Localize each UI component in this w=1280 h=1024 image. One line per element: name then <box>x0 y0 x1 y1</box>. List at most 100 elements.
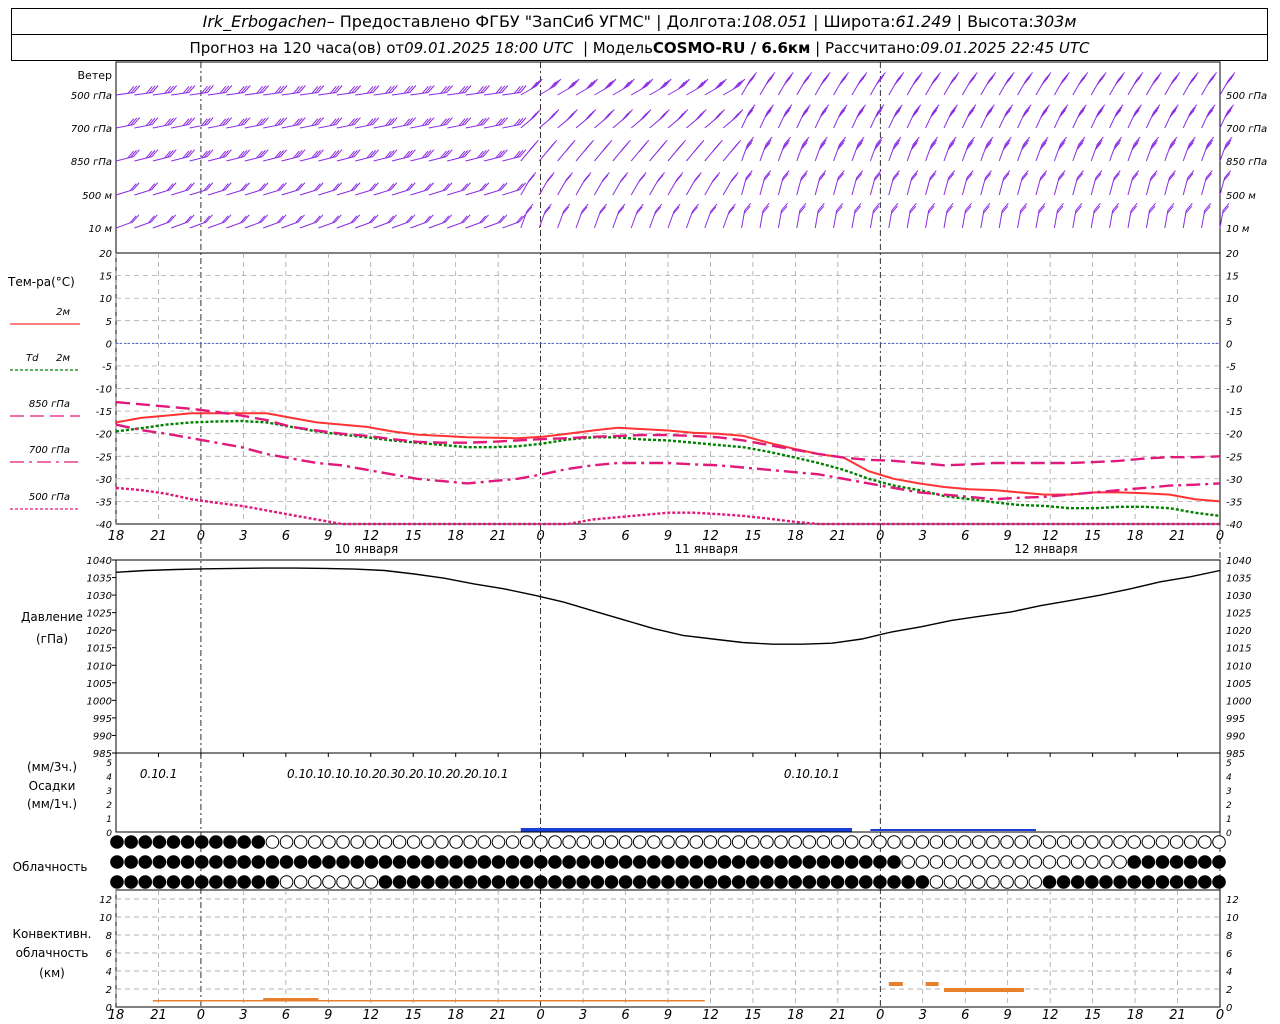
wind-barb-feather <box>1188 136 1196 145</box>
cloud-symbol <box>322 875 336 889</box>
cloud-symbol <box>435 855 449 869</box>
precip-label-2: Осадки <box>29 779 76 793</box>
wind-barb-feather <box>967 139 974 148</box>
wind-barb-feather <box>1079 74 1087 83</box>
cloud-symbol <box>986 875 1000 889</box>
wind-level-label: 700 гПа <box>71 124 112 135</box>
cloud-symbol <box>972 835 986 849</box>
wind-barb-feather <box>709 206 717 215</box>
cloud-symbol <box>378 855 393 869</box>
wind-barb-feather <box>1097 107 1104 115</box>
wind-barb-feather <box>584 172 592 180</box>
cloud-symbol <box>435 835 449 849</box>
cloud-symbol <box>534 855 548 869</box>
cloud-symbol <box>307 855 322 869</box>
cloud-symbol <box>590 835 605 849</box>
wind-barb-feather <box>625 80 633 88</box>
wind-barb-feather <box>987 74 995 83</box>
temp-tick-left: 20 <box>99 249 112 260</box>
cloud-symbol <box>463 875 478 889</box>
x-tick-label: 6 <box>621 1008 629 1023</box>
wind-barb-feather <box>785 74 793 83</box>
cloud-symbol <box>1000 855 1014 869</box>
wind-barb-feather <box>767 74 774 83</box>
wind-level-label: 10 м <box>89 224 113 235</box>
cloud-symbol <box>166 835 181 849</box>
conv-tick-left: 6 <box>106 949 112 960</box>
pressure-title: Давление <box>21 610 83 624</box>
wind-barb-feather <box>838 139 846 148</box>
wind-barb-feather <box>931 136 939 145</box>
wind-barb-feather <box>621 172 629 180</box>
wind-barb-feather <box>546 174 554 183</box>
wind-barb-feather <box>1132 139 1140 148</box>
cloud-symbol <box>279 855 294 869</box>
wind-level-label: 850 гПа <box>71 157 112 168</box>
cloud-symbol <box>576 855 591 869</box>
x-tick-label: 6 <box>282 529 290 544</box>
x-tick-label: 3 <box>239 529 247 544</box>
cloud-symbol <box>194 835 209 849</box>
cloud-symbol <box>293 875 308 889</box>
precip-tick-left: 1 <box>106 815 112 825</box>
precip-value: 0.1 <box>489 767 508 781</box>
wind-barb-feather <box>727 206 735 215</box>
x-tick-label: 9 <box>324 1008 332 1023</box>
cloud-symbol <box>703 875 718 889</box>
wind-barb-feather <box>643 80 651 88</box>
pressure-tick-left: 1000 <box>87 696 112 707</box>
pressure-tick-right: 1020 <box>1226 626 1251 637</box>
cloud-symbol <box>1085 875 1099 889</box>
x-tick-label: 21 <box>490 1008 507 1023</box>
cloud-symbol <box>915 855 930 869</box>
wind-level-label-right: 850 гПа <box>1226 157 1267 168</box>
precip-value: 0.2 <box>453 767 472 781</box>
cloud-symbol <box>265 855 280 869</box>
cloud-symbol <box>421 855 435 869</box>
wind-barb-feather <box>546 144 554 153</box>
wind-barb-feather <box>746 139 754 148</box>
precip-value: 0.1 <box>342 767 361 781</box>
precip-value: 0.1 <box>158 767 177 781</box>
temp-tick-left: -10 <box>96 385 112 396</box>
wind-barb-feather <box>1006 74 1014 83</box>
cloud-symbol <box>929 855 944 869</box>
cloud-symbol <box>1127 855 1142 869</box>
cloud-symbol <box>392 835 407 849</box>
wind-barb-feather <box>533 80 541 88</box>
cloud-symbol <box>279 875 294 889</box>
cloud-symbol <box>534 835 548 849</box>
x-tick-label: 3 <box>919 529 927 544</box>
wind-barb-feather <box>1004 136 1012 145</box>
temp-tick-left: 10 <box>99 294 112 305</box>
wind-barb-feather <box>930 139 938 148</box>
cloud-symbol <box>548 835 562 849</box>
precip-label-1: (мм/3ч.) <box>27 760 77 774</box>
cloud-symbol <box>1014 875 1029 889</box>
cloud-symbol <box>647 875 661 889</box>
x-tick-label: 21 <box>1169 1008 1186 1023</box>
wind-barb-feather <box>948 139 956 148</box>
wind-barb-feather <box>1133 136 1141 145</box>
cloud-symbol <box>943 875 958 889</box>
cloud-symbol <box>731 835 746 849</box>
cloud-symbol <box>802 855 817 869</box>
wind-barb-feather <box>621 112 629 121</box>
cloud-symbol <box>350 855 364 869</box>
precip-panel-frame <box>115 752 1221 833</box>
wind-barb-feather <box>784 136 791 145</box>
x-tick-label: 21 <box>490 529 507 544</box>
wind-panel-frame <box>115 61 1221 254</box>
wind-barb-feather <box>949 136 957 145</box>
wind-barb-feather <box>1096 136 1104 145</box>
wind-barb-feather <box>551 80 559 88</box>
cloud-symbol <box>548 875 562 889</box>
cloud-symbol <box>1198 875 1212 889</box>
x-tick-label: 12 <box>362 1008 379 1023</box>
legend-500-label: 500 гПа <box>29 492 70 503</box>
cloud-symbol <box>124 835 138 849</box>
wind-barb-feather <box>603 112 610 121</box>
cloud-symbol <box>265 835 280 849</box>
wind-barb-feather <box>654 206 662 215</box>
cloud-symbol <box>858 835 873 849</box>
